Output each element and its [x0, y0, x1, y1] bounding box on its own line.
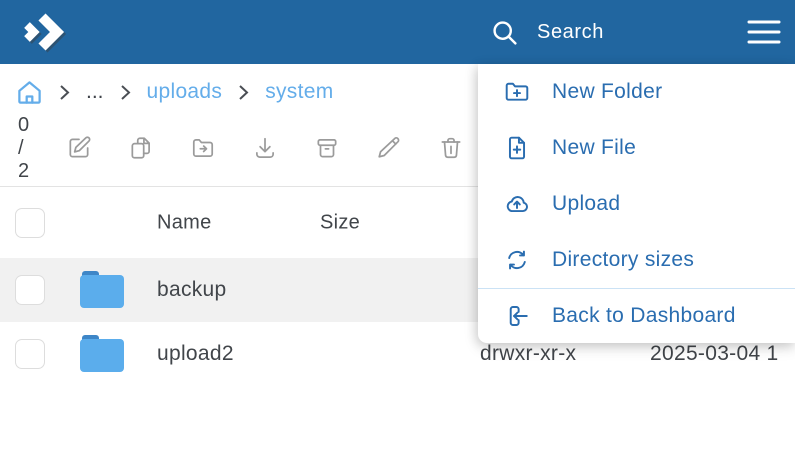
chevron-right-icon: [58, 84, 71, 101]
archive-icon[interactable]: [314, 135, 340, 161]
menu-item-label: New File: [552, 136, 637, 159]
file-manager-app: Search ... uploads system 0 / 2 Name Siz…: [0, 0, 795, 454]
back-arrow-icon: [509, 306, 528, 326]
column-header-size[interactable]: Size: [320, 211, 360, 234]
menu-item-back-to-dashboard[interactable]: Back to Dashboard: [478, 289, 795, 343]
file-permissions: drwxr-xr-x: [480, 342, 577, 365]
file-modified: 2025-03-04 1: [650, 342, 779, 365]
delete-icon[interactable]: [438, 135, 464, 161]
menu-item-label: New Folder: [552, 80, 663, 103]
breadcrumb-item-uploads[interactable]: uploads: [147, 80, 223, 104]
menu-item-upload[interactable]: Upload: [478, 176, 795, 232]
sync-icon: [508, 250, 526, 270]
column-header-name[interactable]: Name: [157, 211, 212, 234]
file-name: upload2: [157, 342, 234, 365]
menu-hamburger-icon[interactable]: [747, 18, 781, 46]
row-checkbox[interactable]: [15, 339, 45, 369]
cloud-upload-icon: [506, 196, 528, 213]
breadcrumb-collapsed[interactable]: ...: [86, 80, 104, 104]
rename-icon[interactable]: [66, 135, 92, 161]
search-button[interactable]: Search: [490, 0, 604, 64]
row-checkbox[interactable]: [15, 275, 45, 305]
menu-item-new-folder[interactable]: New Folder: [478, 64, 795, 120]
folder-icon: [80, 335, 124, 372]
search-icon: [493, 20, 517, 45]
folder-icon: [80, 271, 124, 308]
menu-item-label: Directory sizes: [552, 248, 695, 271]
home-icon[interactable]: [16, 79, 43, 106]
file-plus-icon: [508, 136, 526, 160]
download-icon[interactable]: [252, 135, 278, 161]
selection-count: 0 / 2: [18, 113, 31, 182]
menu-item-label: Back to Dashboard: [552, 304, 736, 327]
top-header-bar: Search: [0, 0, 795, 64]
breadcrumb-item-system[interactable]: system: [265, 80, 333, 104]
app-logo-icon[interactable]: [20, 8, 72, 56]
select-all-checkbox[interactable]: [15, 207, 45, 238]
file-name: backup: [157, 278, 227, 301]
breadcrumb: ... uploads system: [0, 64, 478, 120]
chevron-right-icon: [237, 84, 250, 101]
move-icon[interactable]: [190, 135, 216, 161]
copy-icon[interactable]: [128, 135, 154, 161]
search-label: Search: [537, 20, 604, 43]
menu-item-label: Upload: [552, 192, 621, 215]
chevron-right-icon: [119, 84, 132, 101]
menu-item-directory-sizes[interactable]: Directory sizes: [478, 232, 795, 288]
folder-plus-icon: [505, 82, 529, 101]
selection-toolbar: 0 / 2: [0, 114, 478, 182]
edit-icon[interactable]: [376, 135, 402, 161]
actions-dropdown-menu: New Folder New File Upload Directory siz…: [478, 64, 795, 343]
menu-item-new-file[interactable]: New File: [478, 120, 795, 176]
